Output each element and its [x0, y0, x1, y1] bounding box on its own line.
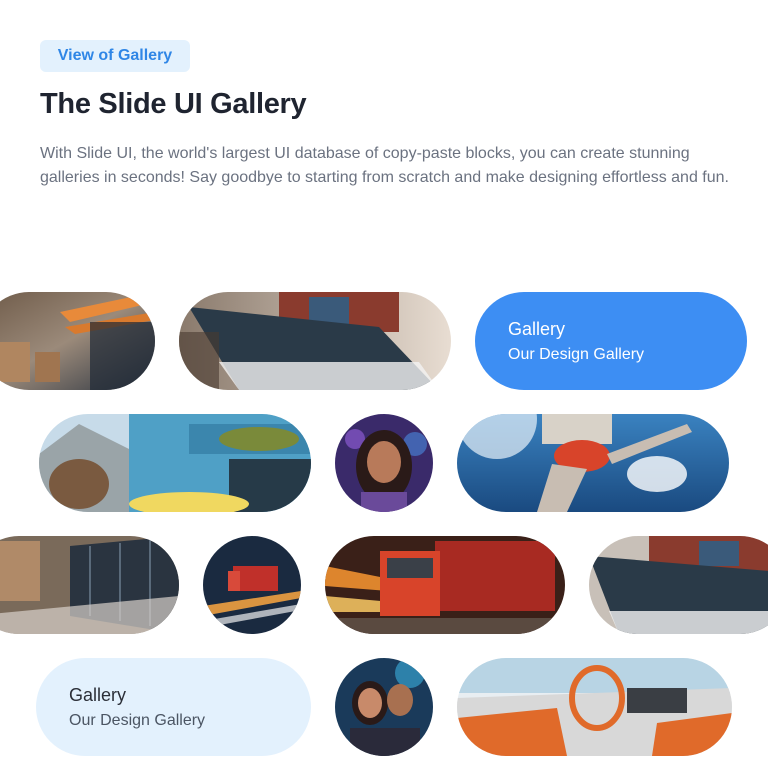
- card-subtitle: Our Design Gallery: [69, 711, 206, 729]
- gallery-image-cargo-ship-2[interactable]: [589, 536, 768, 634]
- page-title: The Slide UI Gallery: [40, 88, 307, 120]
- gallery-image-modern-house[interactable]: [39, 414, 311, 512]
- gallery-image-woman-portrait[interactable]: [335, 414, 433, 512]
- gallery-image-couple-party[interactable]: [335, 658, 433, 756]
- gallery-card-blue[interactable]: Gallery Our Design Gallery: [475, 292, 747, 390]
- page-description: With Slide UI, the world's largest UI da…: [40, 145, 729, 186]
- gallery-image-jumping-runner[interactable]: [457, 414, 729, 512]
- gallery-card-light[interactable]: Gallery Our Design Gallery: [36, 658, 311, 756]
- card-title: Gallery: [508, 318, 566, 339]
- card-subtitle: Our Design Gallery: [508, 345, 645, 363]
- gallery-image-truck-night[interactable]: [203, 536, 301, 634]
- view-gallery-badge[interactable]: View of Gallery: [40, 40, 190, 72]
- card-title: Gallery: [69, 684, 127, 705]
- gallery-image-car-interior[interactable]: [457, 658, 732, 756]
- gallery-image-warehouse-aisle[interactable]: [0, 536, 179, 634]
- gallery-image-cargo-ship[interactable]: [179, 292, 451, 390]
- gallery-image-warehouse[interactable]: [0, 292, 155, 390]
- gallery-image-red-truck[interactable]: [325, 536, 565, 634]
